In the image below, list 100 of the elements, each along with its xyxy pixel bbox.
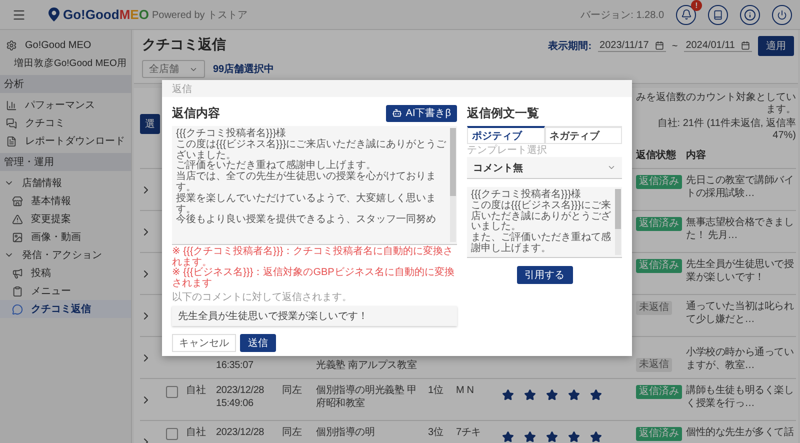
section-header: 分析: [0, 75, 131, 93]
text-line: 今後もより良い授業を提供できるよう、スタッフ一同努め: [176, 215, 437, 226]
apply-button[interactable]: 適用: [758, 36, 794, 56]
storefront-icon: [12, 196, 23, 206]
date-field[interactable]: 2023/11/17: [598, 40, 666, 52]
store-select[interactable]: 全店舗: [142, 60, 205, 78]
send-button[interactable]: 送信: [240, 334, 276, 352]
table-cell-text: 7チキ: [456, 427, 482, 440]
logout-button[interactable]: [772, 4, 792, 24]
date-separator: ~: [672, 40, 678, 52]
store-name: 増田敦彦Go!Good MEO用: [14, 56, 127, 70]
robot-icon: [392, 108, 402, 118]
table-cell-text: 先日この教室で講師バイトの採用試験…: [686, 175, 795, 200]
template-select[interactable]: コメント無: [467, 157, 622, 179]
table-cell-text: 同左: [282, 427, 303, 440]
row-checkbox[interactable]: [166, 428, 178, 440]
calendar-icon: [654, 41, 664, 50]
book-icon: [713, 10, 723, 20]
reply-summary: 自社: 21件 (11件未返信, 返信率47%): [656, 118, 796, 142]
table-cell-text: 小学校の時から通っていますが、教室…: [686, 347, 795, 372]
select-button[interactable]: 選: [140, 114, 160, 134]
sidebar-group[interactable]: 発信・アクション: [0, 246, 131, 264]
section-header: 管理・運用: [0, 153, 131, 171]
bar-chart-icon: [6, 100, 17, 110]
status-badge: 未返信: [636, 301, 672, 315]
sidebar-item[interactable]: パフォーマンス: [0, 96, 131, 114]
table-cell-text: 自社: [186, 427, 207, 440]
status-badge: 返信済み: [636, 217, 682, 231]
star-icon: [524, 389, 536, 401]
account-name: Go!Good MEO: [25, 40, 92, 50]
version-text: バージョン: 1.28.0: [580, 8, 664, 22]
table-cell-text: 3位: [428, 427, 444, 440]
chat-bubbles-icon: [6, 118, 17, 128]
sidebar-item[interactable]: 変更提案: [0, 210, 131, 228]
star-icon: [590, 431, 602, 443]
star-icon: [502, 389, 514, 401]
image-icon: [12, 232, 23, 242]
sidebar-item[interactable]: 基本情報: [0, 192, 131, 210]
table-cell-text: 1位: [428, 385, 444, 398]
cancel-button[interactable]: キャンセル: [172, 334, 236, 352]
text-line: ご評価をいただき重ねて感謝申し上げます。: [176, 161, 377, 172]
ai-draft-button[interactable]: AI下書きβ: [386, 104, 457, 122]
manual-button[interactable]: [708, 4, 728, 24]
text-line: {{{クチコミ投稿者名}}}様: [176, 129, 288, 139]
table-cell-text: 個別指導の明: [316, 427, 376, 440]
column-header: 返信状態: [636, 148, 677, 162]
column-header: 内容: [686, 148, 707, 162]
count-note: みを返信数のカウント対象としています。: [636, 92, 796, 116]
star-icon: [502, 431, 514, 443]
table-cell-text: 同左: [282, 385, 303, 398]
sidebar-item[interactable]: 投稿: [0, 264, 131, 282]
text-line: {{{クチコミ投稿者名}}}様: [471, 190, 582, 200]
warning-icon: [12, 214, 23, 224]
target-comment: 先生全員が生徒思いで授業が楽しいです！: [172, 306, 457, 326]
row-checkbox[interactable]: [166, 386, 178, 398]
sidebar-item[interactable]: クチコミ返信: [0, 300, 131, 318]
star-icon: [590, 389, 602, 401]
alert-badge: !: [691, 0, 702, 10]
section-heading: 返信例文一覧: [467, 104, 539, 122]
star-icon: [568, 389, 580, 401]
placeholder-note: ※ {{{ビジネス名}}}：返信対象のGBPビジネス名に自動的に変換されます: [172, 268, 456, 289]
table-cell-text: 先生全員が生徒思いで授業が楽しいです！: [686, 259, 795, 284]
reply-textarea[interactable]: {{{クチコミ投稿者名}}}様 この度は{{{ビジネス名}}}にご来店いただき誠にありがとうございました。 ご評価をいただき重ねて感謝申し上げます。 当店では、全ての先生が生徒思いの授業を心がけております。 授業を楽しんでいただけているようで、大変嬉しく思います。 今後もより良い授業を提供できるよう、スタッフ一同努め: [172, 126, 457, 245]
star-icon: [524, 431, 536, 443]
logo-tagline: Powered by トストア: [152, 9, 248, 22]
text-line: この度は{{{ビジネス名}}}にご来店いただき誠にありがとうございました。: [471, 200, 612, 232]
notification-button[interactable]: [676, 4, 696, 24]
info-button[interactable]: [740, 4, 760, 24]
table-cell-text: 16:35:07: [216, 360, 254, 372]
sidebar-item[interactable]: 画像・動画: [0, 228, 131, 246]
table-cell-text: 自社: [186, 385, 207, 398]
sidebar-item[interactable]: メニュー: [0, 282, 131, 300]
settings-icon: [6, 40, 17, 50]
table-cell-text: 無事志望校合格できました！ 先月…: [686, 217, 795, 242]
quote-button[interactable]: 引用する: [516, 266, 572, 284]
logo-text: Go!GoodMEO: [63, 7, 149, 22]
clipboard-icon: [12, 286, 23, 296]
status-badge: 返信済み: [636, 385, 682, 399]
dialog-title: 返信: [162, 80, 632, 97]
tab[interactable]: ポジティブ: [467, 126, 544, 144]
text-line: また、ご評価いただき重ねて感謝申し上げます。: [471, 233, 612, 255]
table-cell-text: 通っていた当初は叱られて少し嫌だと…: [686, 301, 795, 326]
selection-count: 99店舗選択中: [213, 62, 274, 76]
menu-icon[interactable]: [12, 8, 26, 22]
star-icon: [568, 431, 580, 443]
tab[interactable]: ネガティブ: [544, 126, 622, 144]
target-label: 以下のコメントに対して返信されます。: [172, 291, 353, 304]
megaphone-icon: [12, 268, 23, 278]
sidebar-item[interactable]: レポートダウンロード: [0, 132, 131, 150]
period-label: 表示期間:: [548, 40, 592, 53]
date-field[interactable]: 2024/01/11: [684, 40, 752, 52]
power-icon: [777, 10, 787, 20]
template-textarea[interactable]: {{{クチコミ投稿者名}}}様 この度は{{{ビジネス名}}}にご来店いただき誠にありがとうございました。 また、ご評価いただき重ねて感謝申し上げます。: [467, 187, 622, 258]
star-icon: [546, 389, 558, 401]
pin-icon: [48, 7, 60, 22]
template-label: テンプレート選択: [467, 144, 548, 157]
status-badge: 未返信: [636, 358, 672, 372]
text-line: 授業を楽しんでいただけているようで、大変嬉しく思います。: [176, 194, 437, 215]
sidebar-item[interactable]: クチコミ: [0, 114, 131, 132]
sidebar-group[interactable]: 店舗情報: [0, 174, 131, 192]
